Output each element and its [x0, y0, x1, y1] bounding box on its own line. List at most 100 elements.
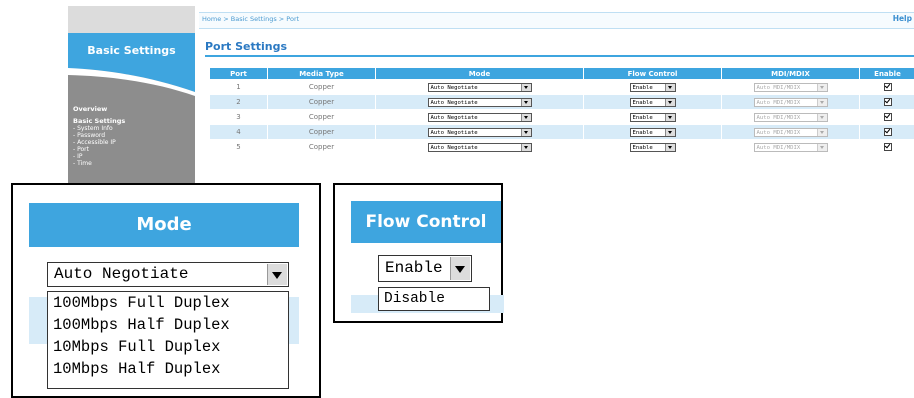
enable-checkbox[interactable] [883, 143, 892, 151]
mdi-mdix-select: Auto MDI/MDIX [753, 97, 828, 107]
mode-option[interactable]: 100Mbps Half Duplex [53, 315, 230, 335]
port-number: 2 [236, 98, 241, 106]
flow-control-select-value: Enable [385, 259, 443, 277]
enable-checkbox[interactable] [883, 128, 892, 136]
column-header: MDI/MDIX [722, 68, 859, 79]
table-cell: Auto MDI/MDIX [722, 110, 859, 124]
chevron-down-icon[interactable] [520, 83, 531, 91]
mode-option[interactable]: 100Mbps Full Duplex [53, 293, 230, 313]
media-type: Copper [308, 128, 335, 136]
table-cell: Enable [584, 80, 721, 94]
enable-checkbox[interactable] [883, 83, 892, 91]
chevron-down-icon[interactable] [664, 83, 675, 91]
table-cell [860, 125, 914, 139]
mode-select-value: Auto Negotiate [430, 129, 478, 136]
flow-control-select[interactable]: Enable [378, 255, 472, 282]
mode-select[interactable]: Auto Negotiate [427, 142, 532, 152]
flow-control-option[interactable]: Disable [384, 289, 445, 309]
chevron-down-icon[interactable] [664, 113, 675, 121]
sidebar-link[interactable]: - Password [73, 132, 125, 139]
table-cell: Copper [268, 95, 375, 109]
table-cell: Auto MDI/MDIX [722, 95, 859, 109]
mode-select-value: Auto Negotiate [54, 265, 189, 283]
enable-checkbox[interactable] [883, 98, 892, 106]
table-header-row: Port Media Type Mode Flow Control MDI/MDIX En… [210, 68, 914, 79]
table-row: 4 Copper Auto Negotiate Enable Auto MDI/MDIX [210, 125, 914, 139]
flow-control-select-value: Enable [632, 144, 653, 151]
chevron-down-icon [816, 113, 827, 121]
mode-select-value: Auto Negotiate [430, 114, 478, 121]
sidebar-link[interactable]: Overview [73, 106, 125, 113]
flow-control-select-value: Enable [632, 99, 653, 106]
breadcrumb-bar: Home > Basic Settings > Port Help [199, 12, 914, 29]
table-cell: Copper [268, 140, 375, 154]
chevron-down-icon[interactable] [520, 128, 531, 136]
chevron-down-icon[interactable] [664, 128, 675, 136]
mode-column-header: Mode [29, 203, 299, 247]
sidebar-link[interactable]: - Accessible IP [73, 139, 125, 146]
flow-control-select[interactable]: Enable [629, 127, 676, 137]
port-number: 5 [236, 143, 241, 151]
column-header: Flow Control [584, 68, 721, 79]
chevron-down-icon[interactable] [664, 143, 675, 151]
mode-select[interactable]: Auto Negotiate [427, 127, 532, 137]
table-cell: Auto Negotiate [376, 125, 583, 139]
mdi-mdix-select: Auto MDI/MDIX [753, 127, 828, 137]
table-cell: Auto MDI/MDIX [722, 125, 859, 139]
breadcrumb[interactable]: Home > Basic Settings > Port [202, 15, 299, 23]
table-cell: Copper [268, 110, 375, 124]
flow-control-select[interactable]: Enable [629, 82, 676, 92]
column-header: Enable [860, 68, 914, 79]
mode-dropdown-list: 100Mbps Full Duplex 100Mbps Half Duplex 10… [47, 291, 289, 389]
flow-control-zoom-callout: Flow Control Enable Disable [333, 183, 504, 323]
table-cell: Auto MDI/MDIX [722, 140, 859, 154]
sidebar-link[interactable]: - System Info [73, 125, 125, 132]
mode-select-value: Auto Negotiate [430, 144, 478, 151]
table-cell [860, 95, 914, 109]
column-header: Mode [376, 68, 583, 79]
table-row: 3 Copper Auto Negotiate Enable Auto MDI/MDIX [210, 110, 914, 124]
flow-control-select[interactable]: Enable [629, 97, 676, 107]
table-cell: Enable [584, 140, 721, 154]
chevron-down-icon [816, 143, 827, 151]
chevron-down-icon [816, 98, 827, 106]
mode-select[interactable]: Auto Negotiate [427, 82, 532, 92]
column-header: Media Type [268, 68, 375, 79]
sidebar-link[interactable]: - IP [73, 153, 125, 160]
sidebar-link[interactable]: Basic Settings [73, 118, 125, 125]
table-cell: 3 [210, 110, 267, 124]
page-title: Port Settings [205, 40, 288, 53]
mdi-mdix-select: Auto MDI/MDIX [753, 82, 828, 92]
mode-select[interactable]: Auto Negotiate [427, 97, 532, 107]
chevron-down-icon [816, 83, 827, 91]
media-type: Copper [308, 143, 335, 151]
chevron-down-icon[interactable] [450, 257, 470, 280]
chevron-down-icon[interactable] [520, 143, 531, 151]
table-cell: Auto MDI/MDIX [722, 80, 859, 94]
table-cell: 4 [210, 125, 267, 139]
chevron-down-icon [816, 128, 827, 136]
table-cell: Enable [584, 125, 721, 139]
mode-option[interactable]: 10Mbps Full Duplex [53, 337, 220, 357]
flow-control-select[interactable]: Enable [629, 142, 676, 152]
column-header: Port [210, 68, 267, 79]
chevron-down-icon[interactable] [267, 264, 287, 285]
table-cell: Copper [268, 80, 375, 94]
table-cell: Auto Negotiate [376, 80, 583, 94]
table-cell: 1 [210, 80, 267, 94]
flow-control-select-value: Enable [632, 84, 653, 91]
sidebar-link[interactable]: - Time [73, 160, 125, 167]
sidebar: Basic Settings Overview Basic Settings - S… [68, 6, 195, 188]
enable-checkbox[interactable] [883, 113, 892, 121]
chevron-down-icon[interactable] [664, 98, 675, 106]
mdi-mdix-select-value: Auto MDI/MDIX [756, 84, 801, 91]
sidebar-link[interactable]: - Port [73, 146, 125, 153]
mode-option[interactable]: 10Mbps Half Duplex [53, 359, 220, 379]
table-cell: Auto Negotiate [376, 95, 583, 109]
chevron-down-icon[interactable] [520, 113, 531, 121]
help-link[interactable]: Help [893, 14, 912, 23]
flow-control-select[interactable]: Enable [629, 112, 676, 122]
mode-select[interactable]: Auto Negotiate [47, 262, 289, 287]
chevron-down-icon[interactable] [520, 98, 531, 106]
mode-select[interactable]: Auto Negotiate [427, 112, 532, 122]
